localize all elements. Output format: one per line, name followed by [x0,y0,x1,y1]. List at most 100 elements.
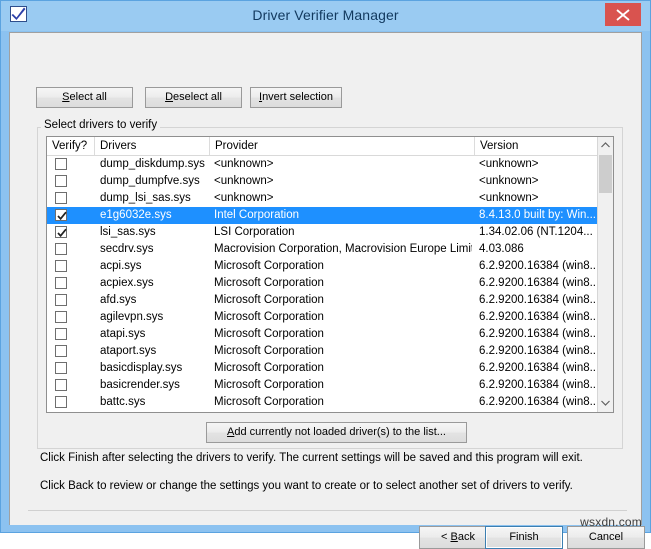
table-row[interactable]: basicrender.sys Microsoft Corporation 6.2.… [47,377,599,394]
version-cell: <unknown> [479,175,539,187]
provider-cell: <unknown> [214,175,274,187]
provider-cell: <unknown> [214,192,274,204]
scroll-down-icon[interactable] [598,395,613,412]
table-row[interactable]: acpiex.sys Microsoft Corporation 6.2.9200.… [47,275,599,292]
driver-name-cell: acpi.sys [100,260,142,272]
driver-name-cell: ataport.sys [100,345,157,357]
table-row[interactable]: e1g6032e.sys Intel Corporation 8.4.13.0 bu… [47,207,599,224]
footer-divider [28,510,627,511]
column-header-provider[interactable]: Provider [210,137,475,155]
version-cell: 6.2.9200.16384 (win8... [479,260,597,272]
version-cell: 6.2.9200.16384 (win8... [479,294,597,306]
driver-name-cell: battc.sys [100,396,146,408]
listview-scrollbar[interactable] [597,137,613,412]
watermark: wsxdn.com [580,515,642,529]
drivers-listview[interactable]: Verify? Drivers Provider Version dump_di… [46,136,614,413]
verify-checkbox[interactable] [55,192,67,204]
driver-name-cell: agilevpn.sys [100,311,164,323]
version-cell: 6.2.9200.16384 (win8... [479,345,597,357]
table-row[interactable]: dump_diskdump.sys <unknown> <unknown> [47,156,599,173]
provider-cell: Intel Corporation [214,209,300,221]
add-unloaded-drivers-button[interactable]: Add currently not loaded driver(s) to th… [206,422,467,443]
version-cell: 6.2.9200.16384 (win8... [479,277,597,289]
table-row[interactable]: acpi.sys Microsoft Corporation 6.2.9200.16… [47,258,599,275]
scroll-up-icon[interactable] [598,137,613,154]
verify-checkbox[interactable] [55,209,67,221]
verify-checkbox[interactable] [55,158,67,170]
table-row[interactable]: dump_dumpfve.sys <unknown> <unknown> [47,173,599,190]
driver-name-cell: basicdisplay.sys [100,362,183,374]
verify-checkbox[interactable] [55,277,67,289]
version-cell: 4.03.086 [479,243,524,255]
verify-checkbox[interactable] [55,311,67,323]
window-title: Driver Verifier Manager [252,7,399,23]
driver-name-cell: afd.sys [100,294,137,306]
table-row[interactable]: secdrv.sys Macrovision Corporation, Macro… [47,241,599,258]
version-cell: 6.2.9200.16384 (win8... [479,396,597,408]
version-cell: <unknown> [479,192,539,204]
verify-checkbox[interactable] [55,260,67,272]
driver-name-cell: secdrv.sys [100,243,154,255]
table-row[interactable]: battc.sys Microsoft Corporation 6.2.9200.1… [47,394,599,411]
deselect-all-button[interactable]: Deselect all [145,87,242,108]
close-icon[interactable] [605,3,641,26]
listview-header: Verify? Drivers Provider Version [47,137,599,156]
provider-cell: Microsoft Corporation [214,345,324,357]
driver-name-cell: atapi.sys [100,328,146,340]
verify-checkbox[interactable] [55,362,67,374]
provider-cell: Microsoft Corporation [214,379,324,391]
listview-rows: dump_diskdump.sys <unknown> <unknown> dump_… [47,156,599,412]
title-bar: Driver Verifier Manager [1,1,650,31]
provider-cell: LSI Corporation [214,226,295,238]
version-cell: 8.4.13.0 built by: Win... [479,209,596,221]
table-row[interactable]: afd.sys Microsoft Corporation 6.2.9200.163… [47,292,599,309]
provider-cell: Microsoft Corporation [214,294,324,306]
column-header-verify[interactable]: Verify? [47,137,95,155]
table-row[interactable]: agilevpn.sys Microsoft Corporation 6.2.920… [47,309,599,326]
driver-name-cell: e1g6032e.sys [100,209,172,221]
instruction-finish: Click Finish after selecting the drivers… [40,452,583,464]
table-row[interactable]: dump_lsi_sas.sys <unknown> <unknown> [47,190,599,207]
driver-name-cell: basicrender.sys [100,379,180,391]
provider-cell: Microsoft Corporation [214,328,324,340]
provider-cell: Microsoft Corporation [214,260,324,272]
driver-name-cell: lsi_sas.sys [100,226,156,238]
finish-button[interactable]: Finish [485,526,563,549]
version-cell: 6.2.9200.16384 (win8... [479,328,597,340]
table-row[interactable]: lsi_sas.sys LSI Corporation 1.34.02.06 (NT… [47,224,599,241]
driver-name-cell: dump_dumpfve.sys [100,175,200,187]
verify-checkbox[interactable] [55,328,67,340]
provider-cell: Microsoft Corporation [214,362,324,374]
instruction-back: Click Back to review or change the setti… [40,480,573,492]
provider-cell: Microsoft Corporation [214,311,324,323]
version-cell: 6.2.9200.16384 (win8... [479,379,597,391]
version-cell: 6.2.9200.16384 (win8... [479,362,597,374]
table-row[interactable]: atapi.sys Microsoft Corporation 6.2.9200.1… [47,326,599,343]
scrollbar-thumb[interactable] [599,155,612,193]
verify-checkbox[interactable] [55,396,67,408]
provider-cell: <unknown> [214,158,274,170]
verify-checkbox[interactable] [55,294,67,306]
table-row[interactable]: ataport.sys Microsoft Corporation 6.2.9200… [47,343,599,360]
verify-checkbox[interactable] [55,243,67,255]
version-cell: <unknown> [479,158,539,170]
driver-verifier-window: Driver Verifier Manager Select all Desel… [0,0,651,549]
provider-cell: Microsoft Corporation [214,396,324,408]
version-cell: 1.34.02.06 (NT.1204... [479,226,593,238]
cancel-button[interactable]: Cancel [567,526,645,549]
version-cell: 6.2.9200.16384 (win8... [479,311,597,323]
provider-cell: Microsoft Corporation [214,277,324,289]
driver-name-cell: acpiex.sys [100,277,154,289]
column-header-drivers[interactable]: Drivers [95,137,210,155]
invert-selection-button[interactable]: Invert selection [250,87,342,108]
verify-checkbox[interactable] [55,226,67,238]
verify-checkbox[interactable] [55,175,67,187]
verify-checkbox[interactable] [55,345,67,357]
driver-name-cell: dump_diskdump.sys [100,158,205,170]
verify-checkbox[interactable] [55,379,67,391]
column-header-version[interactable]: Version [475,137,599,155]
driver-name-cell: dump_lsi_sas.sys [100,192,191,204]
groupbox-label: Select drivers to verify [41,118,161,132]
select-all-button[interactable]: Select all [36,87,133,108]
table-row[interactable]: basicdisplay.sys Microsoft Corporation 6.2… [47,360,599,377]
